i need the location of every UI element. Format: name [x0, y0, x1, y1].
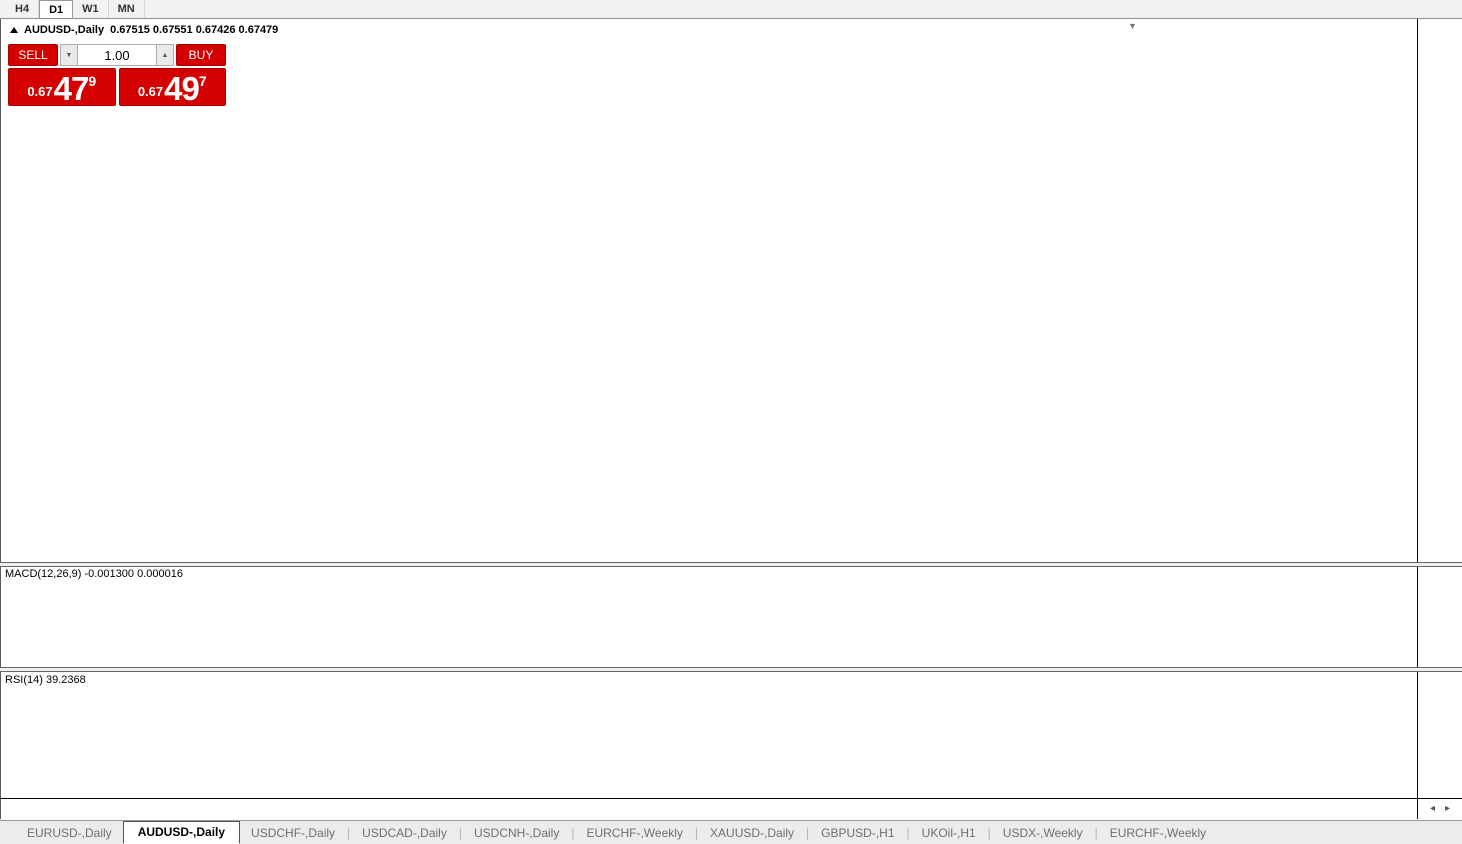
chart-ohlc-values: 0.67515 0.67551 0.67426 0.67479	[110, 24, 278, 36]
rsi-panel-splitter[interactable]	[0, 667, 1462, 672]
sell-price-prefix: 0.67	[27, 84, 52, 99]
chart-tab-ukoil-h1[interactable]: UKOil-,H1	[911, 823, 987, 843]
scroll-right-icon[interactable]: ▸	[1445, 803, 1450, 814]
rsi-indicator-label: RSI(14) 39.2368	[5, 674, 86, 686]
macd-panel-splitter[interactable]	[0, 562, 1462, 567]
volume-input[interactable]: 1.00	[78, 44, 156, 66]
timeframe-button-w1[interactable]: W1	[73, 0, 109, 18]
chart-bottom-border	[0, 798, 1462, 799]
chart-tab-gbpusd-h1[interactable]: GBPUSD-,H1	[810, 823, 905, 843]
chart-left-border	[0, 19, 1, 819]
price-axis-separator	[1417, 19, 1418, 819]
chart-tab-eurusd-daily[interactable]: EURUSD-,Daily	[16, 823, 123, 843]
chart-tab-xauusd-daily[interactable]: XAUUSD-,Daily	[699, 823, 805, 843]
volume-decrease-icon[interactable]: ▼	[60, 44, 78, 66]
scroll-left-icon[interactable]: ◂	[1430, 803, 1435, 814]
buy-price-box[interactable]: 0.67497	[119, 68, 227, 106]
sell-price-sup: 9	[88, 73, 96, 89]
sell-price-box[interactable]: 0.67479	[8, 68, 116, 106]
sell-button[interactable]: SELL	[8, 44, 58, 66]
chart-canvas[interactable]	[0, 0, 1462, 844]
chart-title-row: AUDUSD-,Daily 0.67515 0.67551 0.67426 0.…	[10, 24, 278, 36]
volume-increase-icon[interactable]: ▲	[156, 44, 174, 66]
chart-symbol-title: AUDUSD-,Daily	[24, 24, 104, 36]
timeframe-button-d1[interactable]: D1	[39, 0, 73, 18]
chart-tab-usdcnh-daily[interactable]: USDCNH-,Daily	[463, 823, 570, 843]
chart-tab-eurchf-weekly[interactable]: EURCHF-,Weekly	[575, 823, 693, 843]
macd-indicator-label: MACD(12,26,9) -0.001300 0.000016	[5, 568, 183, 580]
one-click-trade-panel: SELL ▼ 1.00 ▲ BUY 0.67479 0.67497	[8, 44, 226, 106]
autoscroll-triangle-icon[interactable]: ▼	[1128, 21, 1137, 31]
sell-price-big: 47	[54, 73, 89, 104]
volume-stepper: ▼ 1.00 ▲	[60, 44, 174, 66]
timeframe-button-mn[interactable]: MN	[109, 0, 145, 18]
chart-tab-usdcad-daily[interactable]: USDCAD-,Daily	[351, 823, 458, 843]
buy-price-prefix: 0.67	[138, 84, 163, 99]
collapse-panel-icon[interactable]	[10, 27, 18, 33]
chart-tab-usdx-weekly[interactable]: USDX-,Weekly	[992, 823, 1094, 843]
metatrader-window: { "toolbar": { "timeframes": ["H4", "D1"…	[0, 0, 1462, 844]
buy-price-sup: 7	[199, 73, 207, 89]
timeframe-toolbar: H4D1W1MN	[0, 0, 1462, 19]
chart-tab-usdchf-daily[interactable]: USDCHF-,Daily	[240, 823, 346, 843]
buy-button[interactable]: BUY	[176, 44, 226, 66]
chart-tab-eurchf-weekly[interactable]: EURCHF-,Weekly	[1099, 823, 1217, 843]
chart-tab-audusd-daily[interactable]: AUDUSD-,Daily	[123, 821, 240, 844]
chart-tab-bar: EURUSD-,DailyAUDUSD-,DailyUSDCHF-,Daily|…	[0, 820, 1462, 844]
timeframe-button-h4[interactable]: H4	[6, 0, 39, 18]
chart-scroll-arrows: ◂ ▸	[1430, 803, 1450, 814]
buy-price-big: 49	[164, 73, 199, 104]
